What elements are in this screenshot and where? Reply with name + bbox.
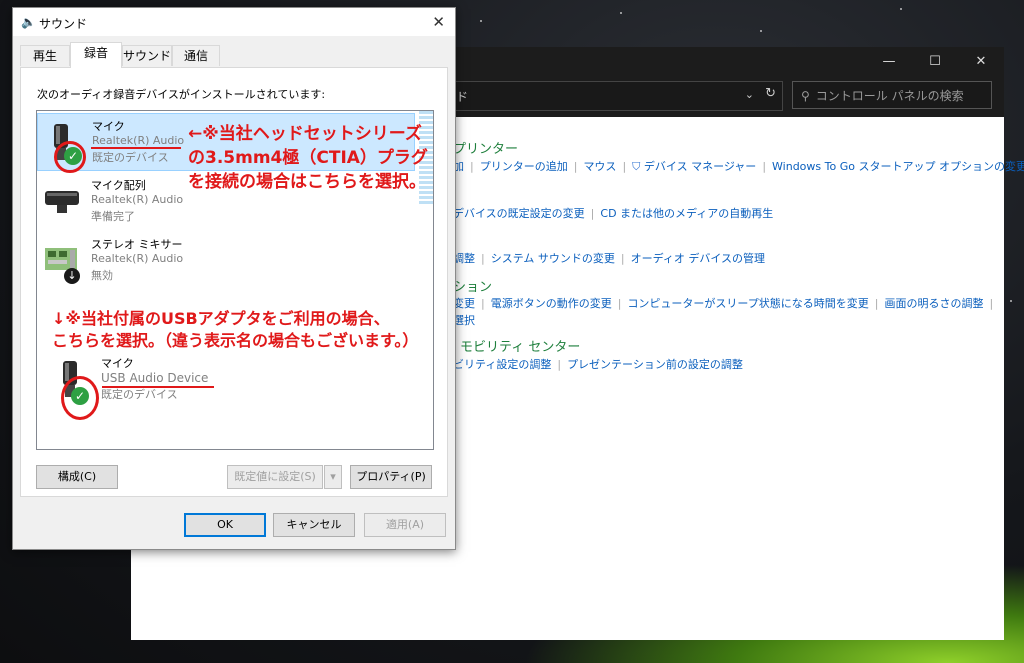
tab-sounds[interactable]: サウンド xyxy=(122,45,172,66)
device-item-stereo-mixer[interactable]: ↓ ステレオ ミキサー Realtek(R) Audio 無効 xyxy=(37,232,415,290)
annotation-line: ↓※当社付属のUSBアダプタをご利用の場合、 xyxy=(52,309,390,328)
link-device-defaults[interactable]: デバイスの既定設定の変更 xyxy=(453,207,585,220)
tab-recording[interactable]: 録音 xyxy=(70,42,122,68)
search-placeholder: コントロール パネルの検索 xyxy=(815,89,964,103)
instruction-text: 次のオーディオ録音デバイスがインストールされています: xyxy=(37,88,326,101)
category-power[interactable]: ション xyxy=(453,276,492,295)
tab-communications[interactable]: 通信 xyxy=(172,45,220,66)
link-mobility-settings[interactable]: ビリティ設定の調整 xyxy=(453,358,551,371)
dialog-titlebar: 🔈 サウンド ✕ xyxy=(13,8,455,36)
device-status: 無効 xyxy=(91,269,113,282)
annotation-line: ←※当社ヘッドセットシリーズ xyxy=(188,124,422,144)
refresh-icon[interactable]: ↻ xyxy=(765,86,776,101)
annotation-headset-note: ←※当社ヘッドセットシリーズ の3.5mm4極（CTIA）プラグ を接続の場合は… xyxy=(188,122,428,194)
link-row-4: 変更 | 電源ボタンの動作の変更 | コンピューターがスリープ状態になる時間を変更 | 画面… xyxy=(453,297,994,310)
link-presentation-settings[interactable]: プレゼンテーション前の設定の調整 xyxy=(567,358,743,371)
star xyxy=(480,20,482,22)
link-windows-to-go[interactable]: Windows To Go スタートアップ オプションの変更 xyxy=(772,160,1024,173)
properties-button[interactable]: プロパティ(P) xyxy=(350,465,432,489)
maximize-button[interactable]: ☐ xyxy=(912,47,958,77)
shield-icon: ⛉ xyxy=(632,160,641,173)
chevron-down-icon[interactable]: ⌄ xyxy=(745,88,754,101)
close-button[interactable]: ✕ xyxy=(958,47,1004,77)
speaker-icon: 🔈 xyxy=(21,15,36,29)
link-row-3: 調整 | システム サウンドの変更 | オーディオ デバイスの管理 xyxy=(453,252,766,265)
cancel-button[interactable]: キャンセル xyxy=(273,513,355,537)
category-printers[interactable]: プリンター xyxy=(453,138,518,157)
star xyxy=(760,30,762,32)
annotation-underline xyxy=(91,147,181,149)
chevron-down-icon: ▾ xyxy=(330,470,336,483)
device-driver: Realtek(R) Audio xyxy=(91,193,184,206)
link-row-5: ビリティ設定の調整 | プレゼンテーション前の設定の調整 xyxy=(453,358,743,371)
device-name: マイク xyxy=(92,120,125,133)
link-select[interactable]: 選択 xyxy=(453,312,475,328)
link-power-button[interactable]: 電源ボタンの動作の変更 xyxy=(491,297,612,310)
search-input[interactable]: ⚲ コントロール パネルの検索 xyxy=(792,81,992,109)
star xyxy=(900,8,902,10)
link-audio-devices[interactable]: オーディオ デバイスの管理 xyxy=(631,252,765,265)
link-row-1: 加 | プリンターの追加 | マウス | ⛉ デバイス マネージャー | Windows To … xyxy=(453,158,1024,174)
link-row-2: デバイスの既定設定の変更 | CD または他のメディアの自動再生 xyxy=(453,207,774,220)
device-status: 既定のデバイス xyxy=(92,151,169,164)
link-change[interactable]: 変更 xyxy=(453,297,475,310)
apply-button[interactable]: 適用(A) xyxy=(364,513,446,537)
link-device-manager[interactable]: デバイス マネージャー xyxy=(644,160,756,173)
tab-playback[interactable]: 再生 xyxy=(20,45,70,66)
star xyxy=(1010,300,1012,302)
annotation-line: を接続の場合はこちらを選択。 xyxy=(188,172,426,192)
link-add-printer[interactable]: プリンターの追加 xyxy=(480,160,568,173)
address-text: ド xyxy=(456,90,469,104)
device-status: 既定のデバイス xyxy=(101,388,178,401)
link-mouse[interactable]: マウス xyxy=(583,160,616,173)
device-name: ステレオ ミキサー xyxy=(91,238,183,251)
minimize-button[interactable]: — xyxy=(866,47,912,77)
device-driver: USB Audio Device xyxy=(101,371,209,385)
link-adjust[interactable]: 調整 xyxy=(453,252,475,265)
link-autoplay[interactable]: CD または他のメディアの自動再生 xyxy=(600,207,773,220)
annotation-line: の3.5mm4極（CTIA）プラグ xyxy=(188,148,428,168)
set-default-button[interactable]: 既定値に設定(S) xyxy=(227,465,323,489)
device-name: マイク xyxy=(101,357,134,370)
link-sleep-time[interactable]: コンピューターがスリープ状態になる時間を変更 xyxy=(627,297,868,310)
mic-array-icon xyxy=(43,179,83,223)
configure-button[interactable]: 構成(C) xyxy=(36,465,118,489)
device-item-usb-audio[interactable]: ✓ マイク USB Audio Device 既定のデバイス xyxy=(47,351,425,409)
disabled-arrow-icon: ↓ xyxy=(64,268,80,284)
search-icon: ⚲ xyxy=(801,89,810,103)
star xyxy=(620,12,622,14)
close-icon[interactable]: ✕ xyxy=(432,13,445,31)
ok-button[interactable]: OK xyxy=(184,513,266,537)
sound-dialog: 🔈 サウンド ✕ 再生 録音 サウンド 通信 次のオーディオ録音デバイスがインス… xyxy=(12,7,456,550)
annotation-circle xyxy=(61,376,99,420)
annotation-circle xyxy=(54,141,86,173)
annotation-underline xyxy=(102,386,214,388)
device-driver: Realtek(R) Audio xyxy=(92,134,185,147)
category-mobility-center[interactable]: モビリティ センター xyxy=(460,336,580,355)
annotation-line: こちらを選択。（違う表示名の場合もございます。） xyxy=(52,331,419,350)
dialog-title: サウンド xyxy=(39,17,88,31)
link-brightness[interactable]: 画面の明るさの調整 xyxy=(885,297,984,310)
annotation-usb-note: ↓※当社付属のUSBアダプタをご利用の場合、 こちらを選択。（違う表示名の場合も… xyxy=(52,308,418,352)
link-system-sounds[interactable]: システム サウンドの変更 xyxy=(491,252,615,265)
device-driver: Realtek(R) Audio xyxy=(91,252,184,265)
set-default-dropdown[interactable]: ▾ xyxy=(324,465,342,489)
device-status: 準備完了 xyxy=(91,210,135,223)
device-name: マイク配列 xyxy=(91,179,146,192)
